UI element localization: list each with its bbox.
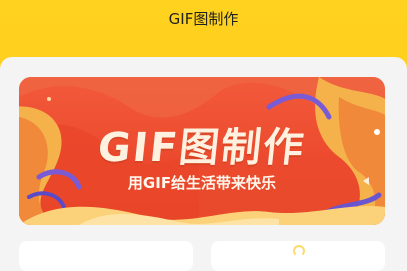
banner[interactable]: GIF图制作 用GIF给生活带来快乐 bbox=[19, 77, 385, 225]
feature-card-right[interactable] bbox=[211, 241, 385, 271]
gif-tool-icon bbox=[293, 245, 305, 257]
feature-card-left[interactable] bbox=[19, 241, 193, 271]
banner-subtitle: 用GIF给生活带来快乐 bbox=[127, 174, 277, 192]
banner-title: GIF图制作 bbox=[95, 125, 308, 171]
page-title: GIF图制作 bbox=[168, 10, 239, 28]
